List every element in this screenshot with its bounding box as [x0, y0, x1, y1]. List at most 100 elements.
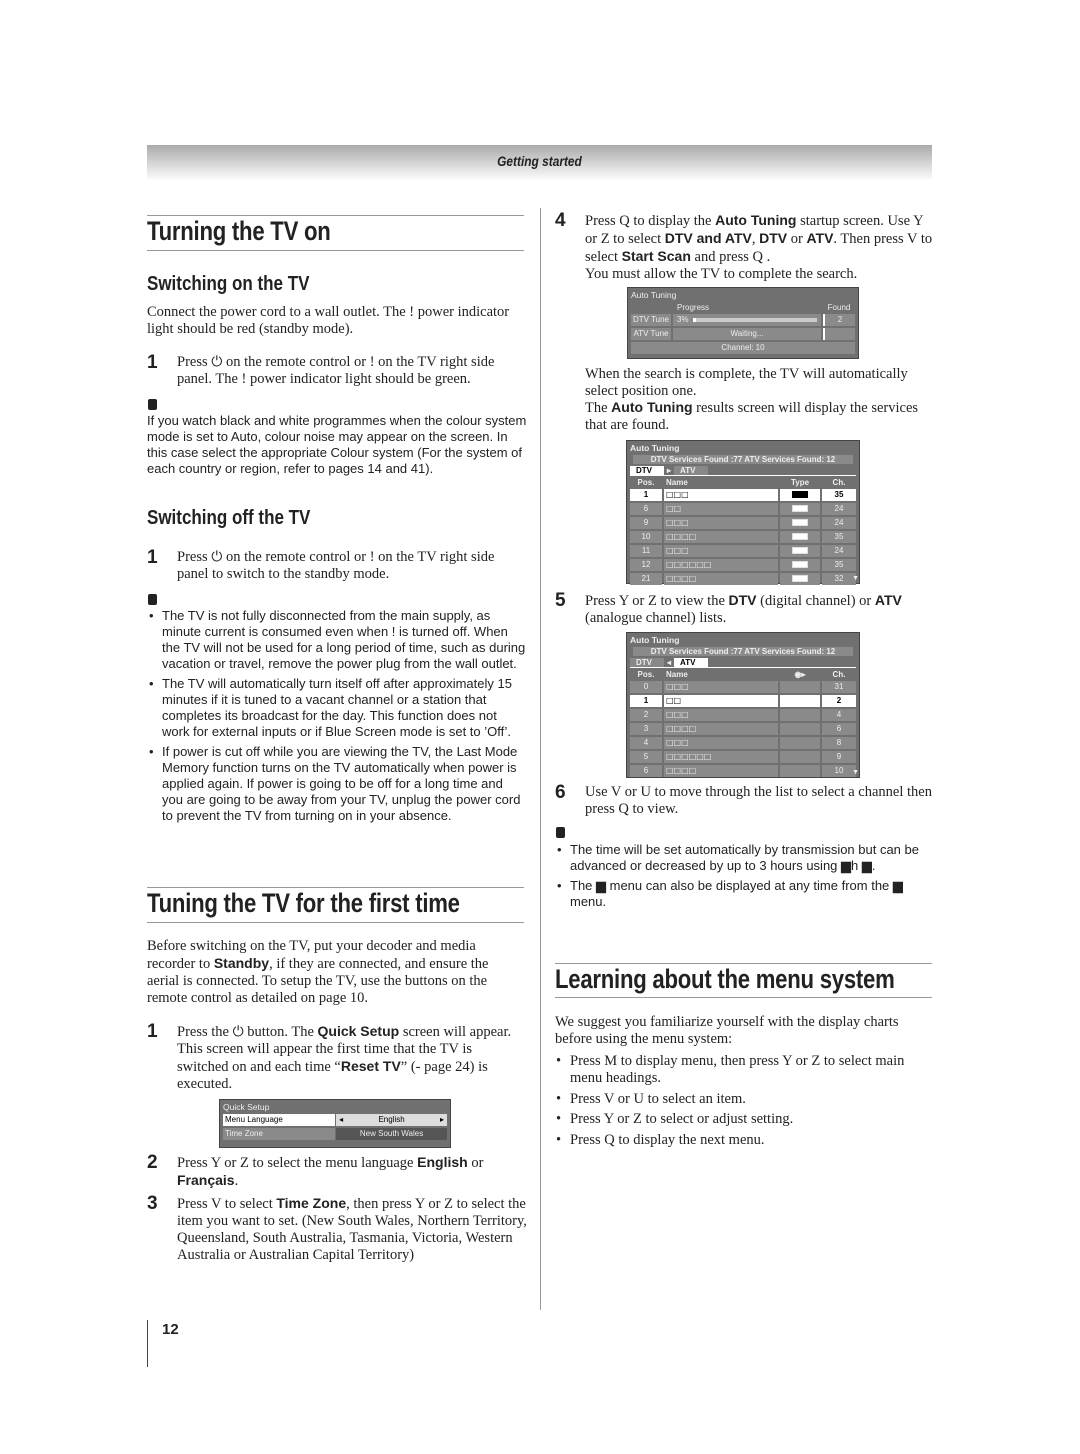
- scroll-down-icon[interactable]: ▼: [852, 575, 859, 582]
- bold-term: ATV: [806, 230, 834, 246]
- setting-label: Menu Language: [223, 1114, 336, 1126]
- text-run: (digital channel) or: [756, 593, 875, 609]
- channel-row[interactable]: 12 □□□□□□ 35: [630, 559, 856, 571]
- quick-setup-row[interactable]: Time Zone New South Wales: [223, 1128, 447, 1140]
- arrow-left-icon[interactable]: ◂: [339, 1114, 343, 1126]
- bold-term: DTV: [728, 592, 757, 608]
- osd-title: Auto Tuning: [631, 290, 677, 300]
- channel-pos: 9: [630, 517, 662, 529]
- channel-row[interactable]: 5 □□□□□□ 9: [630, 751, 856, 763]
- arrow-right-icon[interactable]: ▸: [440, 1114, 444, 1126]
- heading-switching-off: Switching off the TV: [147, 507, 311, 529]
- channel-row[interactable]: 2 □□□ 4: [630, 709, 856, 721]
- step-on-1: 1 Press ⏻ on the remote control or ! on t…: [147, 352, 495, 387]
- scroll-down-icon[interactable]: ▼: [852, 769, 859, 776]
- col-name: Name: [666, 669, 688, 679]
- channel-name: □□□□: [664, 531, 778, 543]
- channel-number: 9: [822, 751, 856, 763]
- bullet-item: Press Y or Z to select or adjust setting…: [555, 1111, 935, 1128]
- heading-turning-tv-on: Turning the TV on: [147, 216, 331, 246]
- step-off-1: 1 Press ⏻ on the remote control or ! on t…: [147, 547, 495, 582]
- channel-pos: 11: [630, 545, 662, 557]
- channel-row[interactable]: 21 □□□□ 32: [630, 573, 856, 585]
- channel-pos: 0: [630, 681, 662, 693]
- tv-type-icon: [792, 505, 808, 513]
- channel-row[interactable]: 0 □□□ 31: [630, 681, 856, 693]
- channel-row[interactable]: 4 □□□ 8: [630, 737, 856, 749]
- text-run: button. The: [243, 1024, 318, 1040]
- heading-learning-menu: Learning about the menu system: [555, 964, 895, 994]
- bold-term: Auto Tuning: [715, 212, 797, 228]
- tab-dtv[interactable]: DTV: [630, 466, 664, 475]
- channel-pos: 4: [630, 737, 662, 749]
- power-button-icon: ⏻: [211, 354, 223, 370]
- bullet-item: The TV will automatically turn itself of…: [147, 676, 527, 740]
- bold-term: Quick Setup: [317, 1023, 400, 1039]
- channel-row[interactable]: 11 □□□ 24: [630, 545, 856, 557]
- services-found-summary: DTV Services Found :77 ATV Services Foun…: [633, 647, 853, 656]
- tv-type-icon: [792, 519, 808, 527]
- text-run: on the remote control or ! on the TV rig…: [177, 354, 495, 387]
- section-title: Getting started: [497, 153, 582, 169]
- note-colour-system: If you watch black and white programmes …: [147, 413, 527, 476]
- step-5: 5 Press Y or Z to view the DTV (digital c…: [555, 590, 902, 626]
- bold-term: DTV and ATV: [664, 230, 752, 246]
- results-paragraph: The Auto Tuning results screen will disp…: [585, 399, 935, 434]
- channel-row[interactable]: 1 □□□ 35: [630, 489, 856, 501]
- channel-name: □□□: [664, 517, 778, 529]
- channel-row[interactable]: 6 □□□□ 10: [630, 765, 856, 777]
- col-type: ◉▸: [794, 669, 806, 679]
- column-divider: [540, 208, 541, 1310]
- channel-number: 24: [822, 545, 856, 557]
- step-tuning-2: 2 Press Y or Z to select the menu languag…: [147, 1152, 484, 1189]
- note-icon: [148, 594, 157, 605]
- col-pos: Pos.: [637, 669, 655, 679]
- col-progress: Progress: [677, 302, 710, 312]
- auto-tuning-atv-list: Auto Tuning DTV Services Found :77 ATV S…: [626, 632, 860, 778]
- channel-row[interactable]: 9 □□□ 24: [630, 517, 856, 529]
- quick-setup-row[interactable]: Menu Language ◂ English ▸: [223, 1114, 447, 1126]
- text-run: Press: [177, 549, 212, 565]
- note-icon: [148, 399, 157, 410]
- tab-atv[interactable]: ATV: [674, 466, 709, 475]
- channel-pos: 1: [630, 695, 662, 707]
- text-run: Press: [177, 354, 212, 370]
- tab-atv[interactable]: ATV: [674, 658, 709, 667]
- bold-term: Standby: [213, 955, 270, 971]
- menu-bullets: Press M to display menu, then press Y or…: [555, 1053, 935, 1152]
- col-ch: Ch.: [832, 477, 846, 487]
- bullet-item: If power is cut off while you are viewin…: [147, 744, 527, 824]
- channel-name: □□□: [664, 737, 778, 749]
- suggest-paragraph: We suggest you familiarize yourself with…: [555, 1014, 899, 1047]
- channel-name: □□□□□□: [664, 751, 778, 763]
- text-run: (analogue channel) lists.: [585, 610, 727, 626]
- channel-name: □□□□□□: [664, 559, 778, 571]
- col-name: Name: [666, 477, 688, 487]
- text-run: on the remote control or ! on the TV rig…: [177, 549, 495, 582]
- connect-paragraph: Connect the power cord to a wall outlet.…: [147, 304, 527, 338]
- tv-type-icon: [792, 533, 808, 541]
- text-run: Connect the power cord to a wall outlet.…: [147, 304, 510, 337]
- text-run: Press Y or Z to select the menu language: [177, 1155, 418, 1171]
- divider: [147, 250, 524, 251]
- channel-row[interactable]: 3 □□□□ 6: [630, 723, 856, 735]
- channel-row[interactable]: 1 □□ 2: [630, 695, 856, 707]
- col-pos: Pos.: [637, 477, 655, 487]
- channel-number: 24: [822, 517, 856, 529]
- notes-switch-off: The TV is not fully disconnected from th…: [147, 608, 527, 828]
- channel-number: 2: [822, 695, 856, 707]
- channel-pos: 6: [630, 765, 662, 777]
- col-ch: Ch.: [832, 669, 846, 679]
- tv-type-icon: [792, 575, 808, 583]
- bullet-item: Press M to display menu, then press Y or…: [555, 1053, 935, 1087]
- channel-row[interactable]: 10 □□□□ 35: [630, 531, 856, 543]
- channel-row[interactable]: 6 □□ 24: [630, 503, 856, 515]
- channel-pos: 3: [630, 723, 662, 735]
- before-paragraph: Before switching on the TV, put your dec…: [147, 938, 517, 1007]
- text-run: .: [234, 1173, 239, 1189]
- tv-type-icon: [792, 561, 808, 569]
- text-run: Press Y or Z to view the: [585, 593, 729, 609]
- heading-tuning-first-time: Tuning the TV for the first time: [147, 888, 460, 918]
- channel-name: □□□: [664, 681, 778, 693]
- tab-dtv[interactable]: DTV: [630, 658, 664, 667]
